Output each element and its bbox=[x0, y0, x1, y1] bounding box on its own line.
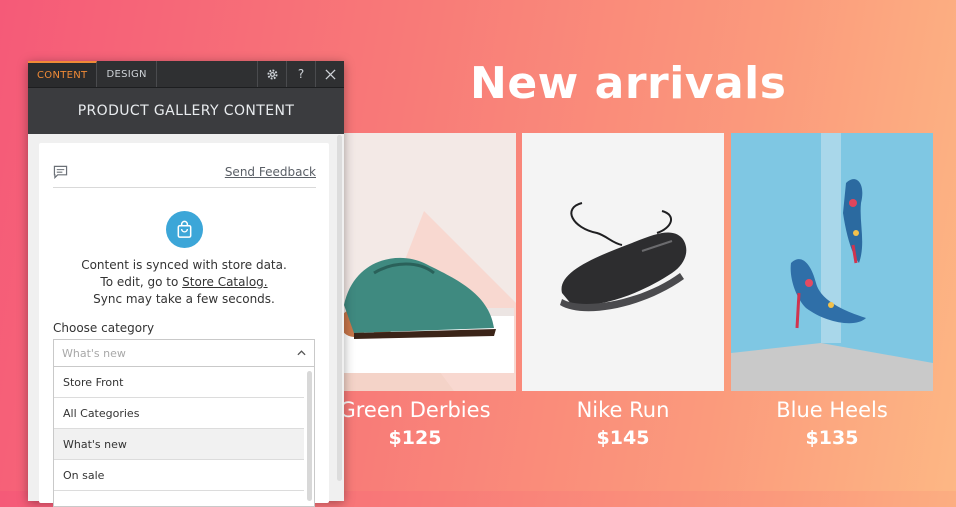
category-dropdown-value: What's new bbox=[62, 346, 126, 360]
feedback-row: Send Feedback bbox=[53, 157, 316, 188]
category-dropdown[interactable]: What's new bbox=[53, 339, 315, 367]
product-price: $135 bbox=[805, 427, 859, 449]
store-sync-icon bbox=[166, 211, 203, 248]
product-caption-blue-heels: Blue Heels $135 bbox=[731, 396, 933, 451]
panel-content-card: Send Feedback Content is synced with sto… bbox=[39, 143, 329, 507]
product-caption-nike-run: Nike Run $145 bbox=[522, 396, 724, 451]
product-name: Green Derbies bbox=[339, 398, 491, 422]
sync-line-3: Sync may take a few seconds. bbox=[93, 292, 275, 306]
store-catalog-link[interactable]: Store Catalog. bbox=[182, 275, 267, 289]
gear-icon bbox=[266, 68, 278, 80]
panel-tab-bar: CONTENT DESIGN ? bbox=[28, 61, 344, 88]
panel-title: PRODUCT GALLERY CONTENT bbox=[28, 88, 344, 134]
comment-icon bbox=[53, 165, 68, 179]
product-image-green-derbies bbox=[314, 133, 516, 391]
tab-bar-spacer bbox=[157, 61, 257, 87]
sync-line-2: To edit, go to Store Catalog. bbox=[39, 274, 329, 291]
category-option-on-sale[interactable]: On sale bbox=[54, 460, 304, 491]
category-option-whats-new[interactable]: What's new bbox=[54, 429, 304, 460]
sync-line-1: Content is synced with store data. bbox=[81, 258, 287, 272]
settings-button[interactable] bbox=[257, 61, 286, 87]
panel-scrollbar[interactable] bbox=[337, 135, 342, 481]
send-feedback-link[interactable]: Send Feedback bbox=[225, 165, 316, 179]
product-card-green-derbies[interactable] bbox=[314, 133, 516, 391]
options-scrollbar[interactable] bbox=[307, 371, 312, 501]
close-button[interactable] bbox=[315, 61, 344, 87]
product-image-nike-run bbox=[522, 133, 724, 391]
tab-design[interactable]: DESIGN bbox=[97, 61, 157, 87]
product-caption-green-derbies: Green Derbies $125 bbox=[314, 396, 516, 451]
chevron-up-icon bbox=[297, 350, 306, 356]
product-price: $125 bbox=[388, 427, 442, 449]
product-name: Blue Heels bbox=[776, 398, 888, 422]
tab-content[interactable]: CONTENT bbox=[28, 61, 98, 87]
product-image-blue-heels bbox=[731, 133, 933, 391]
product-card-blue-heels[interactable] bbox=[731, 133, 933, 391]
close-icon bbox=[324, 68, 336, 80]
product-name: Nike Run bbox=[576, 398, 670, 422]
shopping-bag-icon bbox=[177, 220, 192, 238]
product-gallery-settings-panel: CONTENT DESIGN ? PRODUCT GALLERY CONTENT… bbox=[28, 61, 344, 507]
sync-line-2-prefix: To edit, go to bbox=[100, 275, 183, 289]
sync-message: Content is synced with store data. To ed… bbox=[39, 257, 329, 308]
help-icon: ? bbox=[297, 67, 305, 81]
choose-category-label: Choose category bbox=[53, 321, 155, 335]
category-option-all-categories[interactable]: All Categories bbox=[54, 398, 304, 429]
category-options-list: Store Front All Categories What's new On… bbox=[53, 367, 315, 507]
hero-title: New arrivals bbox=[470, 58, 787, 109]
help-button[interactable]: ? bbox=[286, 61, 315, 87]
product-price: $145 bbox=[596, 427, 650, 449]
category-option-store-front[interactable]: Store Front bbox=[54, 367, 304, 398]
product-card-nike-run[interactable] bbox=[522, 133, 724, 391]
